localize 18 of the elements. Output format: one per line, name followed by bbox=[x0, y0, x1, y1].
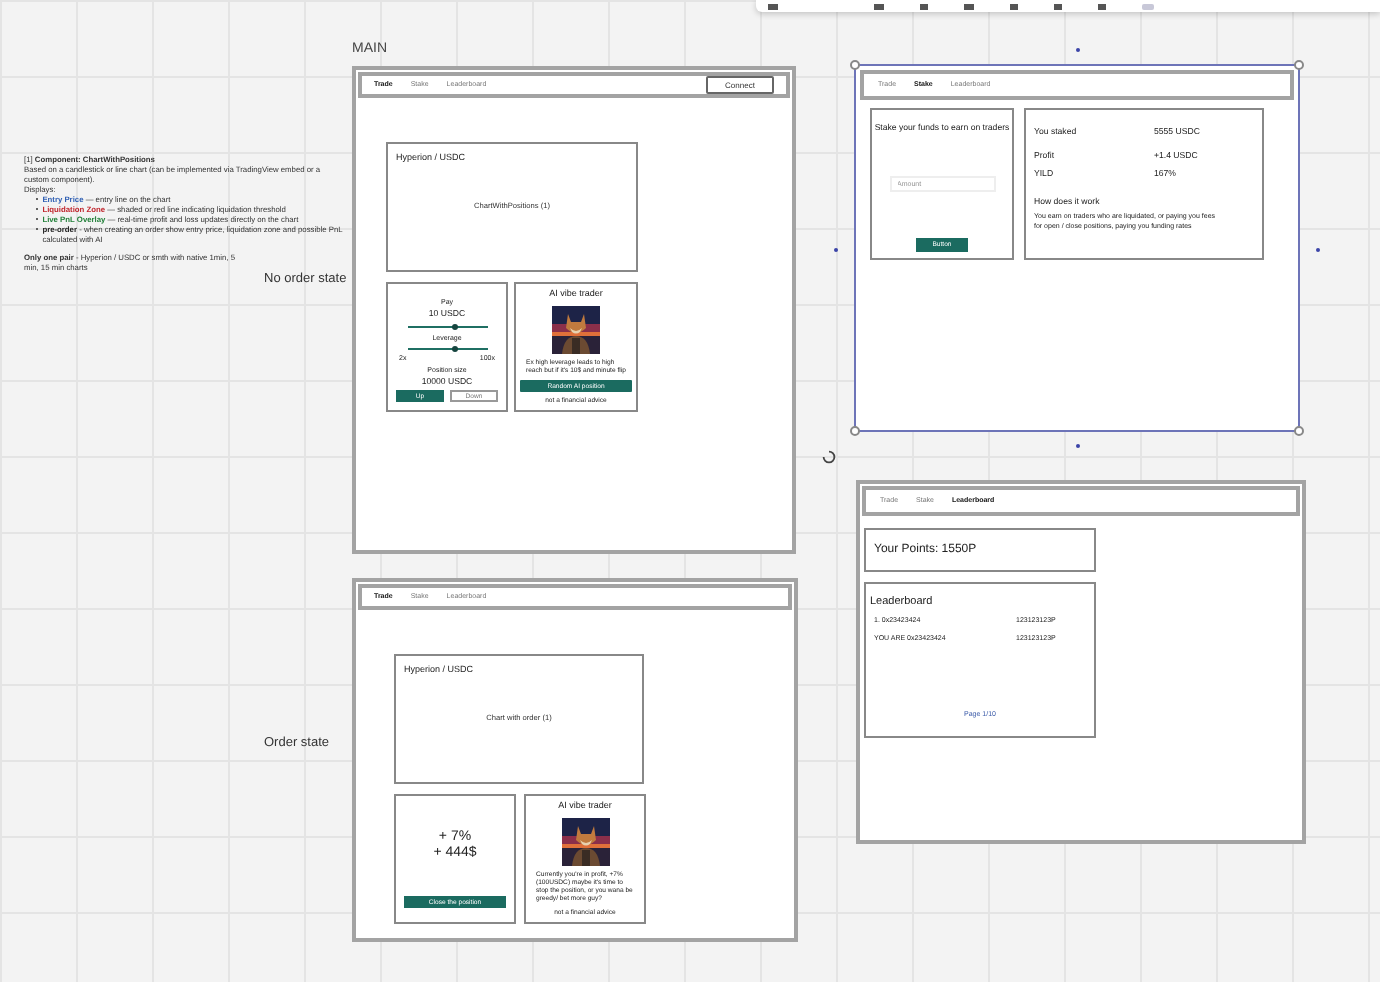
resize-handle[interactable] bbox=[1294, 60, 1304, 70]
loading-icon bbox=[822, 450, 836, 464]
resize-handle[interactable] bbox=[834, 248, 838, 252]
toolbar-icon[interactable] bbox=[1010, 3, 1018, 9]
resize-handle[interactable] bbox=[1316, 248, 1320, 252]
toolbar-icon[interactable] bbox=[920, 3, 928, 9]
resize-handle[interactable] bbox=[1076, 48, 1080, 52]
toolbar-icon[interactable] bbox=[874, 3, 884, 9]
toolbar-icon[interactable] bbox=[1054, 3, 1062, 9]
slider-thumb[interactable] bbox=[452, 345, 458, 352]
toolbar-icon[interactable] bbox=[964, 3, 974, 9]
toolbar-icon[interactable] bbox=[1098, 3, 1106, 9]
resize-handle[interactable] bbox=[1076, 444, 1080, 448]
toolbar-icon[interactable] bbox=[768, 3, 778, 9]
slider-thumb[interactable] bbox=[452, 323, 458, 330]
resize-handle[interactable] bbox=[850, 60, 860, 70]
resize-handle[interactable] bbox=[850, 426, 860, 436]
resize-handle[interactable] bbox=[1294, 426, 1304, 436]
